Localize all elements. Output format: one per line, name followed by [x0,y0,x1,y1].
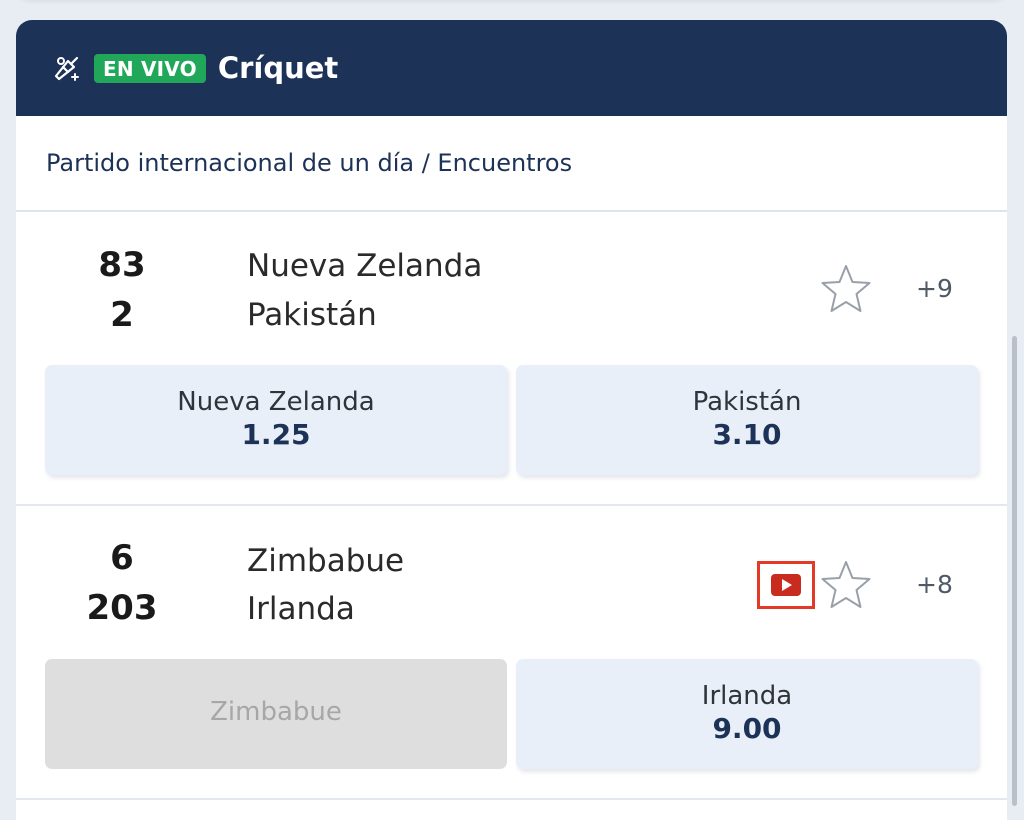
odds-label: Irlanda [701,681,793,711]
live-badge: EN VIVO [94,53,206,83]
odds-button-away[interactable]: Pakistán 3.10 [516,365,978,475]
play-video-icon [771,574,801,596]
league-row[interactable]: Partido internacional de un día / Encuen… [16,116,1007,212]
sport-title: Críquet [217,51,339,85]
home-team-name: Nueva Zelanda [247,248,483,284]
away-team-name: Pakistán [247,297,377,333]
favorite-star-icon[interactable] [818,558,874,614]
odds-value: 9.00 [712,712,782,745]
scrollbar[interactable] [1012,336,1017,806]
odds-button-home[interactable]: Nueva Zelanda 1.25 [45,365,507,475]
more-markets-link[interactable]: +9 [916,274,953,303]
odds-label: Zimbabue [210,697,342,727]
odds-label: Pakistán [692,387,802,417]
league-title: Partido internacional de un día / Encuen… [46,149,573,177]
match-item[interactable]: 6 203 Zimbabue Irlanda +8 Zimbabue Irlan… [16,506,1007,800]
home-score: 83 [98,245,146,285]
odds-value: 1.25 [241,418,311,451]
cricket-bat-icon [52,53,82,83]
favorite-star-icon[interactable] [818,262,874,318]
card-header: EN VIVO Críquet [16,20,1007,116]
odds-value: 3.10 [712,418,782,451]
odds-button-home: Zimbabue [45,659,507,769]
away-score: 2 [110,295,134,335]
live-video-button[interactable] [757,561,815,609]
cricket-live-card: EN VIVO Críquet Partido internacional de… [16,20,1007,820]
odds-label: Nueva Zelanda [177,387,375,417]
home-team-name: Zimbabue [247,543,405,579]
away-score: 203 [86,588,158,628]
home-score: 6 [110,538,134,578]
more-markets-link[interactable]: +8 [916,570,953,599]
match-item[interactable]: 83 2 Nueva Zelanda Pakistán +9 Nueva Zel… [16,212,1007,506]
odds-button-away[interactable]: Irlanda 9.00 [516,659,978,769]
away-team-name: Irlanda [247,591,355,627]
